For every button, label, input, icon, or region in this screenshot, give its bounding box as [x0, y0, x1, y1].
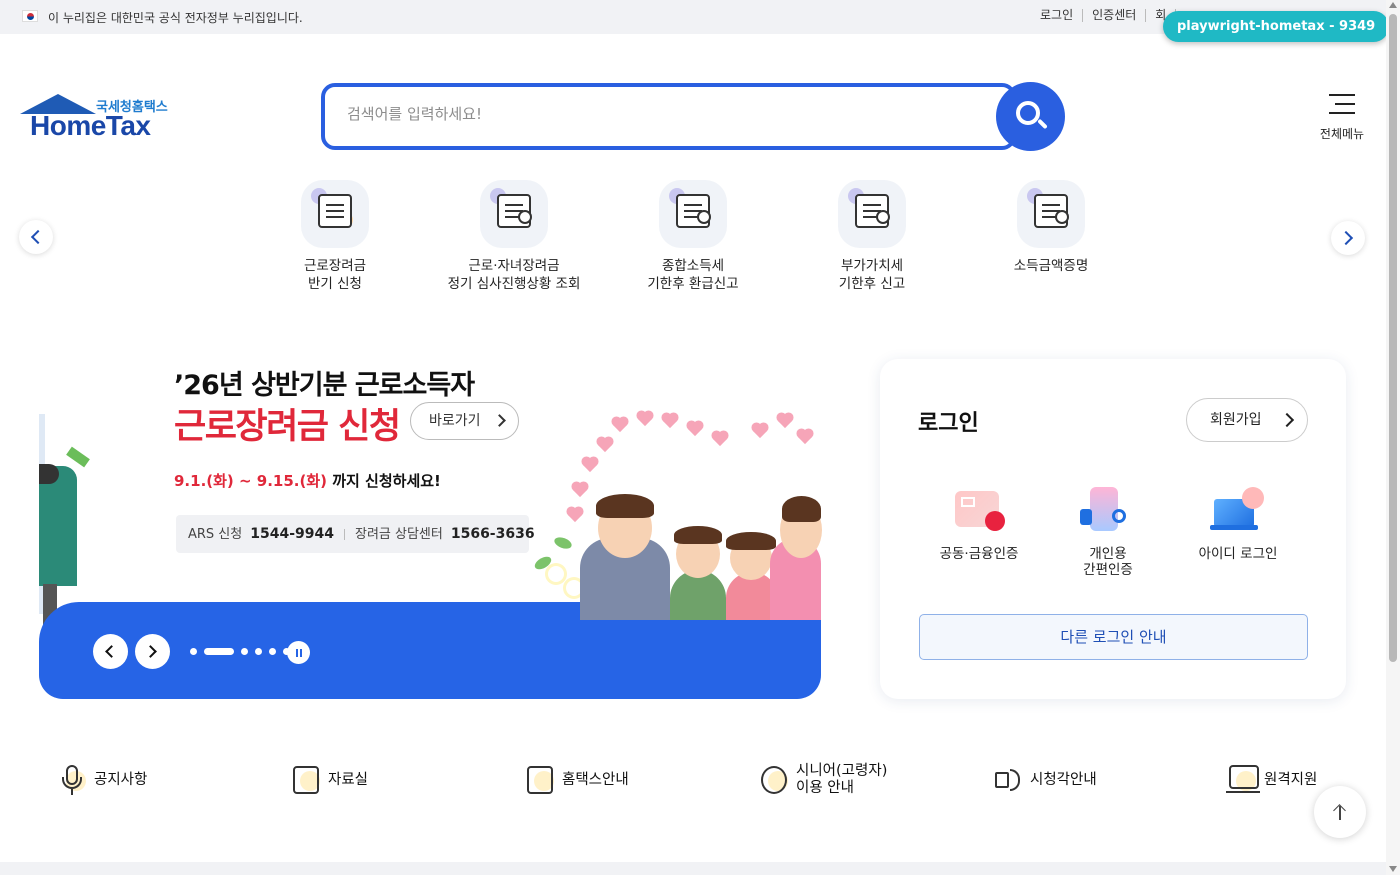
hamburger-icon — [1329, 94, 1355, 121]
top-utility-links: 로그인 인증센터 회 — [1040, 9, 1177, 22]
bottom-link-label: 시니어(고령자) 이용 안내 — [796, 763, 888, 796]
laptop-login-icon — [1208, 485, 1268, 541]
vat-report-icon — [838, 180, 906, 248]
gov-notice-text: 이 누리집은 대한민국 공식 전자정부 누리집입니다. — [48, 11, 303, 25]
microphone-icon — [56, 763, 90, 797]
senior-face-icon — [758, 763, 792, 797]
joint-financial-cert-login[interactable]: 공동·금융인증 — [919, 485, 1039, 562]
bottom-link-label: 자료실 — [328, 771, 369, 788]
scroll-up-arrow-icon[interactable] — [1389, 2, 1397, 8]
quick-menu-label: 근로·자녀장려금 정기 심사진행상황 조회 — [447, 258, 581, 292]
center-label: 장려금 상담센터 — [354, 527, 443, 542]
notice-link[interactable]: 공지사항 — [56, 760, 147, 800]
banner-period: 9.1.(화) ~ 9.15.(화) 까지 신청하세요! — [174, 470, 441, 491]
scroll-to-top-button[interactable] — [1314, 786, 1366, 838]
quick-menu-item[interactable]: 소득금액증명 — [966, 180, 1136, 275]
banner-prev-button[interactable] — [93, 634, 128, 669]
login-title: 로그인 — [918, 411, 979, 436]
search-box — [321, 83, 1016, 150]
phone-auth-icon — [1078, 485, 1138, 541]
center-number: 1566-3636 — [450, 526, 535, 542]
bottom-link-label: 홈택스안내 — [562, 771, 629, 788]
quick-menu-label: 부가가치세 기한후 신고 — [838, 258, 906, 292]
tax-search-icon — [480, 180, 548, 248]
korea-flag-icon — [22, 10, 38, 22]
quick-menu-item[interactable]: 부가가치세 기한후 신고 — [787, 180, 957, 293]
scroll-thumb[interactable] — [1389, 14, 1397, 662]
hometax-logo[interactable]: 국세청홈택스 HomeTax — [18, 92, 178, 144]
document-edit-icon — [524, 763, 558, 797]
top-login-link[interactable]: 로그인 — [1040, 9, 1084, 22]
quick-menu-item[interactable]: 종합소득세 기한후 환급신고 — [608, 180, 778, 293]
audiovisual-guide-link[interactable]: 시청각안내 — [992, 760, 1097, 800]
certificate-card-icon — [949, 485, 1009, 541]
signup-button[interactable]: 회원가입 — [1186, 398, 1308, 442]
banner-pause-button[interactable] — [287, 641, 310, 664]
bottom-quick-links: 공지사항 자료실 홈택스안내 시니어(고령자) 이용 안내 시청각안내 원격지원 — [0, 760, 1386, 800]
speaker-icon — [992, 763, 1026, 797]
family-illustration — [530, 410, 822, 620]
tax-envelope-icon — [301, 180, 369, 248]
all-menu-button[interactable]: 전체메뉴 — [1314, 92, 1370, 144]
quick-menu-label: 종합소득세 기한후 환급신고 — [647, 258, 739, 292]
remote-support-link[interactable]: 원격지원 — [1226, 760, 1317, 800]
automation-badge: playwright-hometax - 9349 — [1163, 11, 1390, 42]
pagination-dot[interactable] — [241, 648, 248, 655]
search-input[interactable] — [347, 105, 947, 123]
banner-period-dates: 9.1.(화) ~ 9.15.(화) — [174, 472, 328, 490]
id-login[interactable]: 아이디 로그인 — [1178, 485, 1298, 562]
login-panel: 로그인 회원가입 공동·금융인증 개인용 간편인증 아이디 로그인 다른 로그인… — [880, 359, 1346, 699]
quick-menu-prev-button[interactable] — [19, 220, 53, 254]
ars-number: 1544-9944 — [250, 526, 334, 542]
all-menu-label: 전체메뉴 — [1319, 127, 1365, 141]
bookshelf-icon — [290, 763, 324, 797]
search-button[interactable] — [996, 82, 1065, 151]
income-certificate-icon — [1017, 180, 1085, 248]
banner-shortcut-button[interactable]: 바로가기 — [410, 402, 519, 440]
banner-next-button[interactable] — [135, 634, 170, 669]
bottom-link-label: 시청각안내 — [1030, 771, 1097, 788]
login-option-label: 아이디 로그인 — [1198, 546, 1278, 562]
pagination-dot[interactable] — [269, 648, 276, 655]
quick-menu-item[interactable]: 근로장려금 반기 신청 — [250, 180, 420, 293]
archive-link[interactable]: 자료실 — [290, 760, 368, 800]
simple-auth-login[interactable]: 개인용 간편인증 — [1048, 485, 1168, 578]
scroll-down-arrow-icon[interactable] — [1389, 866, 1397, 872]
quick-menu-next-button[interactable] — [1331, 221, 1365, 255]
logo-title: HomeTax — [30, 110, 151, 141]
login-option-label: 개인용 간편인증 — [1083, 546, 1133, 578]
top-cert-center-link[interactable]: 인증센터 — [1083, 9, 1147, 22]
hometax-guide-link[interactable]: 홈택스안내 — [524, 760, 629, 800]
pagination-dot[interactable] — [190, 648, 197, 655]
senior-guide-link[interactable]: 시니어(고령자) 이용 안내 — [758, 760, 887, 800]
quick-menu-label: 소득금액증명 — [1013, 258, 1089, 274]
bottom-link-label: 원격지원 — [1264, 771, 1318, 788]
pagination-dot[interactable] — [255, 648, 262, 655]
search-icon — [1016, 101, 1040, 125]
income-tax-refund-icon — [659, 180, 727, 248]
bottom-link-label: 공지사항 — [94, 771, 148, 788]
ars-label: ARS 신청 — [188, 527, 243, 542]
quick-menu-item[interactable]: 근로·자녀장려금 정기 심사진행상황 조회 — [429, 180, 599, 293]
footer-edge — [0, 862, 1386, 875]
pagination-dot-active[interactable] — [204, 648, 234, 655]
banner-title: 근로장려금 신청 — [174, 407, 401, 447]
other-login-guide-button[interactable]: 다른 로그인 안내 — [919, 614, 1308, 660]
banner-period-suffix: 까지 신청하세요! — [327, 472, 441, 490]
banner-headline: ’26년 상반기분 근로소득자 — [174, 370, 475, 401]
login-option-label: 공동·금융인증 — [939, 546, 1019, 562]
quick-menu-label: 근로장려금 반기 신청 — [303, 258, 367, 292]
remote-monitor-icon — [1226, 763, 1260, 797]
banner-contact-box: ARS 신청 1544-9944 장려금 상담센터 1566-3636 — [176, 515, 535, 553]
